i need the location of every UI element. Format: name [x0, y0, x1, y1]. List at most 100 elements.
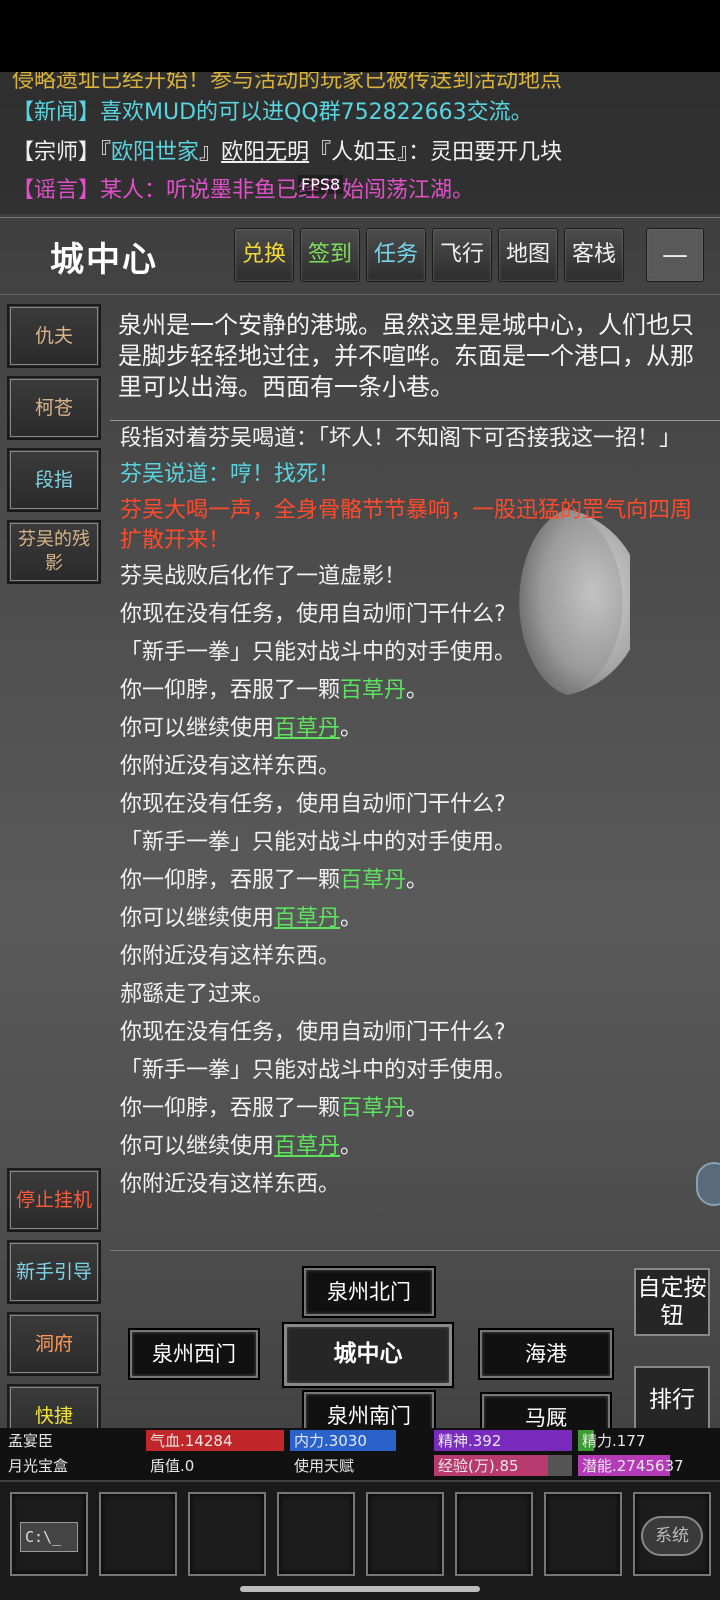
item-link[interactable]: 百草丹 [274, 716, 340, 741]
talent-button[interactable]: 使用天赋 [290, 1455, 354, 1477]
floating-handle[interactable] [696, 1162, 720, 1206]
potential-value: 潜能.2745637 [582, 1457, 684, 1475]
inn-button[interactable]: 客栈 [564, 228, 624, 282]
log-line: 你现在没有任务，使用自动师门干什么? [120, 792, 506, 817]
item-name: 百草丹 [340, 1096, 407, 1121]
mp-value: 内力.3030 [294, 1432, 367, 1450]
custom-button[interactable]: 自定按钮 [634, 1268, 710, 1336]
news-line-master: 【宗师】『欧阳世家』欧阳无明『人如玉』：灵田要开几块 [12, 138, 562, 168]
quick-slot[interactable] [366, 1492, 444, 1576]
log-line: 你一仰脖，吞服了一颗百草丹。 [120, 672, 710, 710]
room-header: 城中心 兑换 签到 任务 飞行 地图 客栈 — [0, 217, 720, 295]
log-line: 你一仰脖，吞服了一颗百草丹。 [120, 862, 710, 900]
news-event-text: 侵略遗址已经开始！参与活动的玩家已被传送到活动地点 [12, 72, 563, 93]
map-button[interactable]: 地图 [498, 228, 558, 282]
signin-button[interactable]: 签到 [300, 228, 360, 282]
exp-value: 经验(万).85 [438, 1457, 519, 1475]
family-bracket-close: 』 [199, 140, 222, 165]
console-slot[interactable]: C:\_ [10, 1492, 88, 1576]
log-text: 。 [406, 678, 429, 703]
log-text: 。 [340, 716, 363, 741]
log-line: 你可以继续使用百草丹。 [120, 900, 710, 938]
master-text: ：灵田要开几块 [408, 140, 563, 165]
nav-divider [110, 1250, 720, 1251]
log-line: 「新手一拳」只能对战斗中的对手使用。 [120, 830, 517, 855]
shield-value: 盾值.0 [150, 1457, 195, 1475]
room-title: 城中心 [50, 240, 158, 280]
log-text: 你可以继续使用 [120, 1134, 275, 1159]
exit-north[interactable]: 泉州北门 [304, 1268, 434, 1316]
npc-button-kecang[interactable]: 柯苍 [7, 376, 101, 440]
news-line-event: 侵略遗址已经开始！参与活动的玩家已被传送到活动地点 [12, 72, 562, 96]
home-indicator [240, 1586, 480, 1592]
log-text: 。 [340, 1134, 363, 1159]
log-line: 你附近没有这样东西。 [120, 944, 341, 969]
item-link[interactable]: 百草丹 [274, 1134, 340, 1159]
description-divider [110, 420, 720, 421]
log-line: 你一仰脖，吞服了一颗百草丹。 [120, 1090, 710, 1128]
npc-button-choufu[interactable]: 仇夫 [7, 304, 101, 368]
exit-east[interactable]: 海港 [480, 1330, 612, 1378]
item-link[interactable]: 百草丹 [274, 906, 340, 931]
quick-slot[interactable] [188, 1492, 266, 1576]
exchange-button[interactable]: 兑换 [234, 228, 294, 282]
hp-value: 气血.14284 [150, 1432, 233, 1450]
log-line: 你现在没有任务，使用自动师门干什么? [120, 602, 506, 627]
log-text: 。 [340, 906, 363, 931]
log-text: 你一仰脖，吞服了一颗 [120, 868, 341, 893]
quick-slot[interactable] [99, 1492, 177, 1576]
news-panel: 侵略遗址已经开始！参与活动的玩家已被传送到活动地点 【新闻】喜欢MUD的可以进Q… [0, 72, 720, 214]
news-tag: 【新闻】 [12, 100, 101, 125]
stats-panel: 孟宴臣 气血.14284 内力.3030 精神.392 精力.177 月光宝盒 … [0, 1428, 720, 1480]
fly-button[interactable]: 飞行 [432, 228, 492, 282]
cave-button[interactable]: 洞府 [7, 1312, 101, 1376]
log-line: 芬吴大喝一声，全身骨骼节节暴响，一股迅猛的罡气向四周扩散开来！ [120, 498, 693, 553]
rumor-tag: 【谣言】 [12, 178, 101, 203]
npc-button-fenwu-shadow[interactable]: 芬吴的残影 [7, 520, 101, 584]
log-line: 芬吴战败后化作了一道虚影！ [120, 564, 407, 589]
equipped-item: 月光宝盒 [8, 1457, 69, 1475]
log-line: 段指对着芬吴喝道：「坏人！不知阁下可否接我这一招！」 [120, 426, 682, 451]
quick-slot[interactable] [277, 1492, 355, 1576]
log-line: 你附近没有这样东西。 [120, 754, 341, 779]
quest-button[interactable]: 任务 [366, 228, 426, 282]
log-text: 你可以继续使用 [120, 716, 275, 741]
stop-idle-button[interactable]: 停止挂机 [7, 1168, 101, 1232]
console-icon: C:\_ [20, 1522, 78, 1552]
player-name: 孟宴臣 [8, 1432, 54, 1450]
room-description: 泉州是一个安静的港城。虽然这里是城中心，人们也只是脚步轻轻地过往，并不喧哗。东面… [118, 311, 694, 401]
master-nickname: 『人如玉』 [309, 140, 409, 165]
log-line: 你现在没有任务，使用自动师门干什么? [120, 1020, 506, 1045]
rumor-text: 某人：听说墨非鱼已经开始闯荡江湖。 [100, 178, 475, 203]
family-name: 欧阳世家 [111, 140, 200, 165]
log-text: 你一仰脖，吞服了一颗 [120, 678, 341, 703]
item-name: 百草丹 [340, 868, 407, 893]
energy-value: 精力.177 [582, 1432, 646, 1450]
log-text: 你可以继续使用 [120, 906, 275, 931]
quick-slot[interactable] [544, 1492, 622, 1576]
master-name-link[interactable]: 欧阳无明 [221, 140, 309, 165]
newbie-guide-button[interactable]: 新手引导 [7, 1240, 101, 1304]
log-text: 。 [406, 868, 429, 893]
collapse-button[interactable]: — [646, 228, 704, 282]
log-text: 。 [406, 1096, 429, 1121]
log-line: 你附近没有这样东西。 [120, 1172, 341, 1197]
log-line: 郝繇走了过来。 [120, 982, 275, 1007]
game-screen: 侵略遗址已经开始！参与活动的玩家已被传送到活动地点 【新闻】喜欢MUD的可以进Q… [0, 72, 720, 1600]
news-line-rumor: 【谣言】某人：听说墨非鱼已经开始闯荡江湖。 [12, 176, 474, 206]
rank-button[interactable]: 排行 [634, 1366, 710, 1434]
message-log: 段指对着芬吴喝道：「坏人！不知阁下可否接我这一招！」 芬吴说道：哼！找死！ 芬吴… [120, 422, 710, 1322]
fps-counter: FPS8 [298, 175, 344, 194]
system-slot[interactable]: 系统 [633, 1492, 711, 1576]
exit-west[interactable]: 泉州西门 [130, 1330, 258, 1378]
master-tag: 【宗师】 [12, 140, 101, 165]
log-line: 芬吴说道：哼！找死！ [120, 462, 341, 487]
npc-button-duanzhi[interactable]: 段指 [7, 448, 101, 512]
status-bar [0, 0, 720, 72]
quick-slot[interactable] [455, 1492, 533, 1576]
log-line: 你可以继续使用百草丹。 [120, 1128, 710, 1166]
quick-slots: C:\_ 系统 [0, 1482, 720, 1600]
exit-center[interactable]: 城中心 [284, 1324, 452, 1386]
system-icon: 系统 [641, 1516, 703, 1556]
spirit-value: 精神.392 [438, 1432, 502, 1450]
